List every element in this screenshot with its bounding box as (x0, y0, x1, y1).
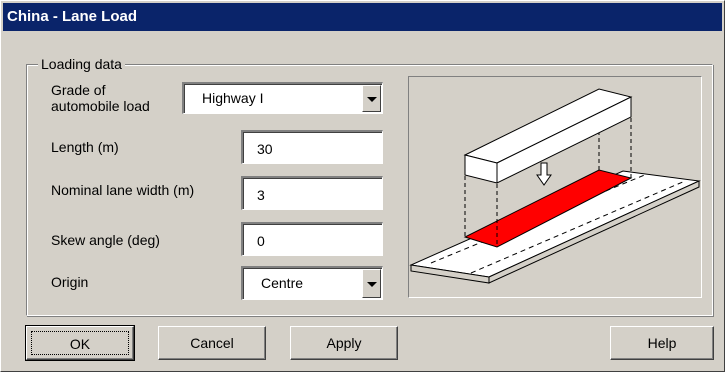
skew-angle-input[interactable]: 0 (241, 222, 383, 256)
lane-width-input[interactable]: 3 (241, 176, 383, 210)
origin-label: Origin (51, 274, 89, 290)
ok-button[interactable]: OK (25, 325, 135, 361)
origin-select[interactable]: Centre (241, 266, 383, 300)
title-bar[interactable]: China - Lane Load (3, 3, 722, 31)
grade-select[interactable]: Highway I (182, 82, 383, 114)
chevron-down-icon (367, 281, 377, 287)
skew-angle-label: Skew angle (deg) (51, 232, 160, 248)
road-deck (409, 170, 701, 278)
window-title: China - Lane Load (7, 8, 138, 25)
cancel-button[interactable]: Cancel (158, 326, 266, 360)
help-button[interactable]: Help (610, 326, 714, 360)
grade-select-value: Highway I (202, 90, 264, 106)
grade-label-line1: Grade of (51, 82, 106, 98)
lane-load-illustration (408, 76, 702, 298)
arrow-down-icon (536, 162, 552, 186)
lane-load-diagram-icon (409, 88, 701, 284)
length-input[interactable]: 30 (241, 130, 383, 164)
grade-label-line2: automobile load (51, 98, 150, 114)
origin-dropdown-button[interactable] (362, 269, 381, 298)
chevron-down-icon (367, 96, 377, 102)
origin-select-value: Centre (261, 275, 304, 291)
apply-button[interactable]: Apply (290, 326, 398, 360)
lane-width-label: Nominal lane width (m) (51, 182, 195, 198)
length-label: Length (m) (51, 139, 119, 155)
ok-button-label: OK (31, 331, 129, 355)
loading-data-legend: Loading data (38, 56, 125, 72)
grade-dropdown-button[interactable] (362, 85, 381, 112)
